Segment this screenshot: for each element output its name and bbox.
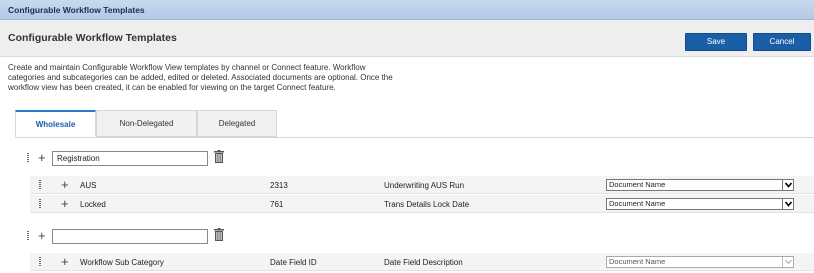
category-name-input[interactable] [52,229,208,244]
subcategory-row: + AUS 2313 Underwriting AUS Run Document… [30,176,814,194]
document-name-select[interactable]: Document Name [606,179,794,191]
page-description: Create and maintain Configurable Workflo… [8,63,393,92]
document-name-select[interactable]: Document Name [606,256,794,268]
drag-handle-icon[interactable] [37,199,43,210]
date-field-id[interactable]: 2313 [270,181,288,190]
save-button[interactable]: Save [685,33,747,51]
add-subcategory-icon[interactable]: + [38,151,46,164]
trash-icon[interactable] [214,150,224,163]
chevron-down-icon[interactable] [782,199,793,209]
subcategory-name[interactable]: Locked [80,200,106,209]
add-icon[interactable]: + [61,178,69,191]
document-select-value: Document Name [609,180,666,189]
document-select-value: Document Name [609,257,666,266]
chevron-down-icon[interactable] [782,180,793,190]
page-title: Configurable Workflow Templates [8,32,177,44]
cancel-button[interactable]: Cancel [753,33,811,51]
tab-delegated[interactable]: Delegated [197,110,277,137]
document-name-select[interactable]: Document Name [606,198,794,210]
tab-non-delegated[interactable]: Non-Delegated [96,110,197,137]
subcategory-name[interactable]: Workflow Sub Category [80,258,164,267]
chevron-down-icon[interactable] [782,257,793,267]
drag-handle-icon[interactable] [25,231,31,242]
add-icon[interactable]: + [61,255,69,268]
tab-wholesale[interactable]: Wholesale [15,110,96,137]
date-field-id[interactable]: 761 [270,200,283,209]
date-field-id[interactable]: Date Field ID [270,258,317,267]
drag-handle-icon[interactable] [37,257,43,268]
subcategory-name[interactable]: AUS [80,181,96,190]
subcategory-row: + Locked 761 Trans Details Lock Date Doc… [30,195,814,213]
category-name-input[interactable]: Registration [52,151,208,166]
subcategory-row: + Workflow Sub Category Date Field ID Da… [30,253,814,271]
window-title: Configurable Workflow Templates [8,5,145,15]
window-titlebar: Configurable Workflow Templates [0,0,814,20]
date-field-description: Trans Details Lock Date [384,200,470,209]
tab-divider [15,137,814,138]
document-select-value: Document Name [609,199,666,208]
date-field-description: Date Field Description [384,258,463,267]
date-field-description: Underwriting AUS Run [384,181,465,190]
add-subcategory-icon[interactable]: + [38,229,46,242]
drag-handle-icon[interactable] [25,153,31,164]
trash-icon[interactable] [214,228,224,241]
add-icon[interactable]: + [61,197,69,210]
drag-handle-icon[interactable] [37,180,43,191]
